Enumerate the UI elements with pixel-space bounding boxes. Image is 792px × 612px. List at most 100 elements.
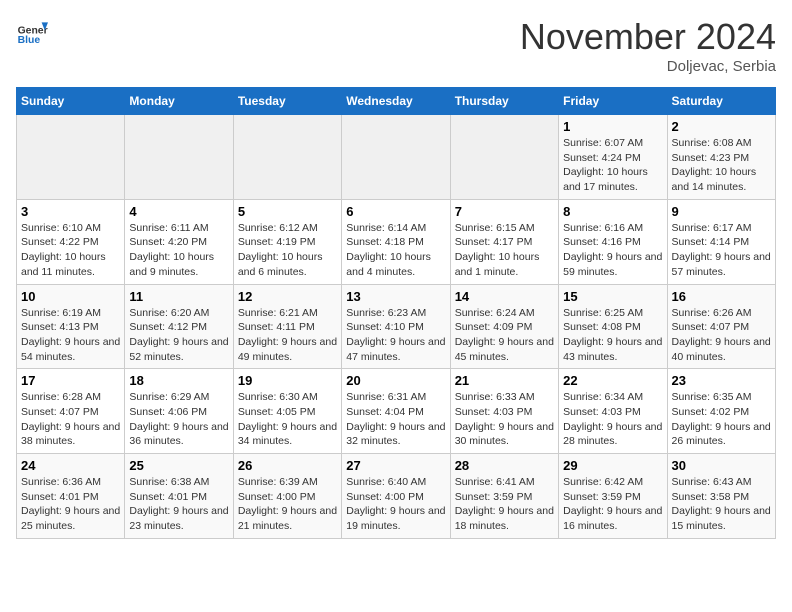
day-number: 4 — [129, 204, 228, 219]
day-number: 29 — [563, 458, 662, 473]
day-of-week-header: Friday — [559, 88, 667, 115]
calendar-cell: 28 Sunrise: 6:41 AM Sunset: 3:59 PM Dayli… — [450, 454, 558, 539]
page-header: General Blue November 2024 Doljevac, Ser… — [16, 16, 776, 75]
day-number: 12 — [238, 289, 337, 304]
day-info: Sunrise: 6:23 AM Sunset: 4:10 PM Dayligh… — [346, 306, 445, 365]
calendar-cell: 23 Sunrise: 6:35 AM Sunset: 4:02 PM Dayli… — [667, 369, 775, 454]
day-number: 19 — [238, 373, 337, 388]
day-info: Sunrise: 6:11 AM Sunset: 4:20 PM Dayligh… — [129, 221, 228, 280]
logo-icon: General Blue — [16, 16, 48, 48]
day-number: 18 — [129, 373, 228, 388]
day-number: 27 — [346, 458, 445, 473]
calendar-cell: 14 Sunrise: 6:24 AM Sunset: 4:09 PM Dayli… — [450, 284, 558, 369]
logo: General Blue — [16, 16, 48, 48]
calendar-week-row: 1Sunrise: 6:07 AM Sunset: 4:24 PM Daylig… — [17, 115, 776, 200]
day-number: 1 — [563, 119, 662, 134]
day-number: 22 — [563, 373, 662, 388]
day-info: Sunrise: 6:43 AM Sunset: 3:58 PM Dayligh… — [672, 475, 771, 534]
calendar-week-row: 3Sunrise: 6:10 AM Sunset: 4:22 PM Daylig… — [17, 199, 776, 284]
day-info: Sunrise: 6:40 AM Sunset: 4:00 PM Dayligh… — [346, 475, 445, 534]
calendar-cell: 5Sunrise: 6:12 AM Sunset: 4:19 PM Daylig… — [233, 199, 341, 284]
day-info: Sunrise: 6:14 AM Sunset: 4:18 PM Dayligh… — [346, 221, 445, 280]
day-number: 9 — [672, 204, 771, 219]
day-info: Sunrise: 6:16 AM Sunset: 4:16 PM Dayligh… — [563, 221, 662, 280]
calendar-cell: 18 Sunrise: 6:29 AM Sunset: 4:06 PM Dayli… — [125, 369, 233, 454]
calendar-cell: 26Sunrise: 6:39 AM Sunset: 4:00 PM Dayli… — [233, 454, 341, 539]
day-info: Sunrise: 6:38 AM Sunset: 4:01 PM Dayligh… — [129, 475, 228, 534]
day-info: Sunrise: 6:28 AM Sunset: 4:07 PM Dayligh… — [21, 390, 120, 449]
day-info: Sunrise: 6:35 AM Sunset: 4:02 PM Dayligh… — [672, 390, 771, 449]
day-info: Sunrise: 6:15 AM Sunset: 4:17 PM Dayligh… — [455, 221, 554, 280]
day-info: Sunrise: 6:19 AM Sunset: 4:13 PM Dayligh… — [21, 306, 120, 365]
day-number: 26 — [238, 458, 337, 473]
calendar-cell: 2 Sunrise: 6:08 AM Sunset: 4:23 PM Daylig… — [667, 115, 775, 200]
day-info: Sunrise: 6:29 AM Sunset: 4:06 PM Dayligh… — [129, 390, 228, 449]
day-of-week-header: Saturday — [667, 88, 775, 115]
day-of-week-header: Tuesday — [233, 88, 341, 115]
day-number: 30 — [672, 458, 771, 473]
calendar-cell: 22 Sunrise: 6:34 AM Sunset: 4:03 PM Dayli… — [559, 369, 667, 454]
month-title: November 2024 — [520, 16, 776, 58]
day-number: 6 — [346, 204, 445, 219]
calendar-cell — [342, 115, 450, 200]
day-info: Sunrise: 6:41 AM Sunset: 3:59 PM Dayligh… — [455, 475, 554, 534]
day-number: 23 — [672, 373, 771, 388]
calendar-cell: 17 Sunrise: 6:28 AM Sunset: 4:07 PM Dayli… — [17, 369, 125, 454]
calendar-cell: 4 Sunrise: 6:11 AM Sunset: 4:20 PM Daylig… — [125, 199, 233, 284]
day-number: 24 — [21, 458, 120, 473]
day-number: 17 — [21, 373, 120, 388]
calendar-cell: 30 Sunrise: 6:43 AM Sunset: 3:58 PM Dayli… — [667, 454, 775, 539]
calendar-cell: 8 Sunrise: 6:16 AM Sunset: 4:16 PM Daylig… — [559, 199, 667, 284]
calendar-cell: 1Sunrise: 6:07 AM Sunset: 4:24 PM Daylig… — [559, 115, 667, 200]
calendar-cell: 9 Sunrise: 6:17 AM Sunset: 4:14 PM Daylig… — [667, 199, 775, 284]
day-number: 14 — [455, 289, 554, 304]
day-number: 13 — [346, 289, 445, 304]
day-number: 28 — [455, 458, 554, 473]
day-of-week-header: Wednesday — [342, 88, 450, 115]
day-info: Sunrise: 6:24 AM Sunset: 4:09 PM Dayligh… — [455, 306, 554, 365]
day-number: 15 — [563, 289, 662, 304]
calendar-cell: 3Sunrise: 6:10 AM Sunset: 4:22 PM Daylig… — [17, 199, 125, 284]
day-info: Sunrise: 6:26 AM Sunset: 4:07 PM Dayligh… — [672, 306, 771, 365]
day-number: 7 — [455, 204, 554, 219]
title-block: November 2024 Doljevac, Serbia — [520, 16, 776, 75]
calendar-cell — [17, 115, 125, 200]
calendar-cell: 27 Sunrise: 6:40 AM Sunset: 4:00 PM Dayli… — [342, 454, 450, 539]
calendar-cell: 11Sunrise: 6:20 AM Sunset: 4:12 PM Dayli… — [125, 284, 233, 369]
day-number: 21 — [455, 373, 554, 388]
calendar-cell — [450, 115, 558, 200]
calendar-table: SundayMondayTuesdayWednesdayThursdayFrid… — [16, 87, 776, 539]
day-number: 25 — [129, 458, 228, 473]
calendar-week-row: 17 Sunrise: 6:28 AM Sunset: 4:07 PM Dayli… — [17, 369, 776, 454]
day-number: 8 — [563, 204, 662, 219]
calendar-week-row: 24 Sunrise: 6:36 AM Sunset: 4:01 PM Dayli… — [17, 454, 776, 539]
calendar-week-row: 10Sunrise: 6:19 AM Sunset: 4:13 PM Dayli… — [17, 284, 776, 369]
calendar-cell: 29Sunrise: 6:42 AM Sunset: 3:59 PM Dayli… — [559, 454, 667, 539]
calendar-cell: 15 Sunrise: 6:25 AM Sunset: 4:08 PM Dayli… — [559, 284, 667, 369]
calendar-cell: 6 Sunrise: 6:14 AM Sunset: 4:18 PM Daylig… — [342, 199, 450, 284]
day-number: 2 — [672, 119, 771, 134]
day-info: Sunrise: 6:17 AM Sunset: 4:14 PM Dayligh… — [672, 221, 771, 280]
day-of-week-header: Monday — [125, 88, 233, 115]
day-info: Sunrise: 6:30 AM Sunset: 4:05 PM Dayligh… — [238, 390, 337, 449]
calendar-cell: 21 Sunrise: 6:33 AM Sunset: 4:03 PM Dayli… — [450, 369, 558, 454]
calendar-cell: 13 Sunrise: 6:23 AM Sunset: 4:10 PM Dayli… — [342, 284, 450, 369]
calendar-cell: 12Sunrise: 6:21 AM Sunset: 4:11 PM Dayli… — [233, 284, 341, 369]
day-of-week-header: Sunday — [17, 88, 125, 115]
calendar-cell — [233, 115, 341, 200]
day-info: Sunrise: 6:10 AM Sunset: 4:22 PM Dayligh… — [21, 221, 120, 280]
day-info: Sunrise: 6:25 AM Sunset: 4:08 PM Dayligh… — [563, 306, 662, 365]
day-info: Sunrise: 6:12 AM Sunset: 4:19 PM Dayligh… — [238, 221, 337, 280]
location: Doljevac, Serbia — [520, 58, 776, 75]
day-info: Sunrise: 6:36 AM Sunset: 4:01 PM Dayligh… — [21, 475, 120, 534]
day-info: Sunrise: 6:08 AM Sunset: 4:23 PM Dayligh… — [672, 136, 771, 195]
day-number: 16 — [672, 289, 771, 304]
calendar-cell — [125, 115, 233, 200]
day-info: Sunrise: 6:34 AM Sunset: 4:03 PM Dayligh… — [563, 390, 662, 449]
calendar-cell: 10Sunrise: 6:19 AM Sunset: 4:13 PM Dayli… — [17, 284, 125, 369]
day-number: 11 — [129, 289, 228, 304]
day-info: Sunrise: 6:33 AM Sunset: 4:03 PM Dayligh… — [455, 390, 554, 449]
calendar-cell: 19 Sunrise: 6:30 AM Sunset: 4:05 PM Dayli… — [233, 369, 341, 454]
calendar-header-row: SundayMondayTuesdayWednesdayThursdayFrid… — [17, 88, 776, 115]
day-info: Sunrise: 6:31 AM Sunset: 4:04 PM Dayligh… — [346, 390, 445, 449]
